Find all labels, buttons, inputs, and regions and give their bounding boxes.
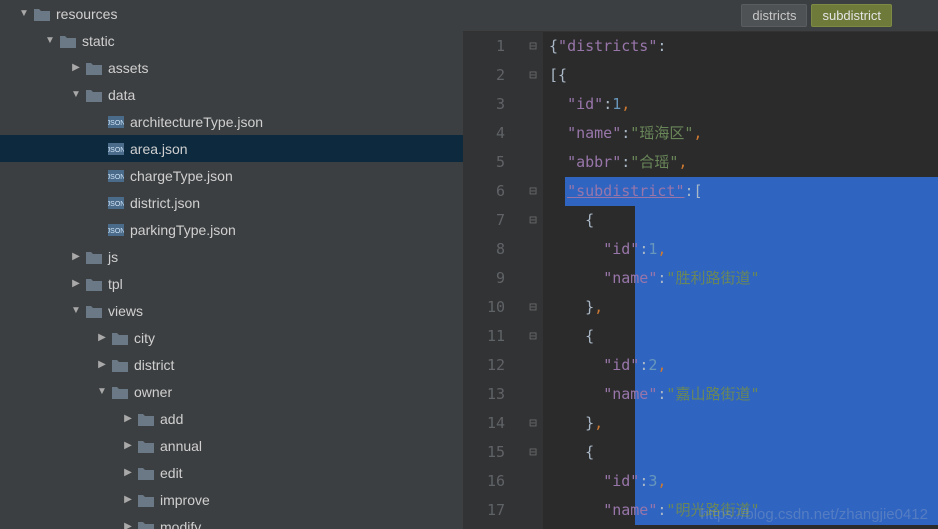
tree-label: improve bbox=[156, 492, 210, 508]
chevron-right-icon[interactable]: ▶ bbox=[120, 441, 136, 451]
tree-row[interactable]: JSON chargeType.json bbox=[0, 162, 463, 189]
tree-row[interactable]: ▼ data bbox=[0, 81, 463, 108]
json-file-icon: JSON bbox=[106, 195, 126, 211]
tree-label: city bbox=[130, 330, 155, 346]
folder-icon bbox=[136, 493, 156, 507]
project-tree[interactable]: ▼ resources ▼ static ▶ assets ▼ data JSO… bbox=[0, 0, 463, 529]
folder-icon bbox=[136, 439, 156, 453]
chevron-down-icon[interactable]: ▼ bbox=[94, 387, 110, 397]
tree-row[interactable]: ▶ add bbox=[0, 405, 463, 432]
tree-row[interactable]: JSON district.json bbox=[0, 189, 463, 216]
editor-panel: districts subdistrict 123456789 10111213… bbox=[463, 0, 938, 529]
folder-icon bbox=[136, 466, 156, 480]
tree-label: edit bbox=[156, 465, 183, 481]
chevron-down-icon[interactable]: ▼ bbox=[68, 306, 84, 316]
tree-label: district.json bbox=[126, 195, 200, 211]
tree-label: chargeType.json bbox=[126, 168, 233, 184]
folder-icon bbox=[110, 385, 130, 399]
folder-icon bbox=[84, 304, 104, 318]
folder-icon bbox=[32, 7, 52, 21]
folder-icon bbox=[84, 277, 104, 291]
tree-row[interactable]: ▶ district bbox=[0, 351, 463, 378]
chevron-right-icon[interactable]: ▶ bbox=[120, 468, 136, 478]
svg-text:JSON: JSON bbox=[108, 174, 124, 181]
tree-row[interactable]: ▶ city bbox=[0, 324, 463, 351]
tree-label: data bbox=[104, 87, 135, 103]
tree-row[interactable]: ▼ owner bbox=[0, 378, 463, 405]
chevron-down-icon[interactable]: ▼ bbox=[42, 36, 58, 46]
tree-label: resources bbox=[52, 6, 117, 22]
tree-row[interactable]: ▶ annual bbox=[0, 432, 463, 459]
tree-label: tpl bbox=[104, 276, 123, 292]
tree-row[interactable]: ▶ tpl bbox=[0, 270, 463, 297]
chevron-down-icon[interactable]: ▼ bbox=[16, 9, 32, 19]
json-file-icon: JSON bbox=[106, 168, 126, 184]
tree-label: modify bbox=[156, 519, 201, 529]
tree-label: views bbox=[104, 303, 143, 319]
folder-icon bbox=[84, 250, 104, 264]
svg-text:JSON: JSON bbox=[108, 147, 124, 154]
fold-gutter[interactable]: ⊟ ⊟ ⊟ ⊟ ⊟ ⊟ ⊟ ⊟ bbox=[523, 32, 543, 529]
folder-icon bbox=[58, 34, 78, 48]
svg-text:JSON: JSON bbox=[108, 201, 124, 208]
folder-icon bbox=[84, 61, 104, 75]
chevron-right-icon[interactable]: ▶ bbox=[120, 522, 136, 529]
chevron-right-icon[interactable]: ▶ bbox=[94, 333, 110, 343]
tree-label: js bbox=[104, 249, 118, 265]
tree-row[interactable]: ▼ views bbox=[0, 297, 463, 324]
folder-icon bbox=[136, 412, 156, 426]
chevron-right-icon[interactable]: ▶ bbox=[68, 252, 84, 262]
chevron-down-icon[interactable]: ▼ bbox=[68, 90, 84, 100]
tree-label: district bbox=[130, 357, 174, 373]
chevron-right-icon[interactable]: ▶ bbox=[120, 414, 136, 424]
chevron-right-icon[interactable]: ▶ bbox=[120, 495, 136, 505]
tree-row[interactable]: ▶ js bbox=[0, 243, 463, 270]
chevron-right-icon[interactable]: ▶ bbox=[68, 63, 84, 73]
tree-row[interactable]: ▼ static bbox=[0, 27, 463, 54]
code-editor[interactable]: 123456789 1011121314151617 ⊟ ⊟ ⊟ ⊟ ⊟ ⊟ ⊟… bbox=[463, 32, 938, 529]
breadcrumb: districts subdistrict bbox=[463, 0, 938, 32]
tree-row[interactable]: ▶ assets bbox=[0, 54, 463, 81]
json-file-icon: JSON bbox=[106, 222, 126, 238]
tree-label: parkingType.json bbox=[126, 222, 236, 238]
code-area[interactable]: {"districts": [{ "id":1, "name":"瑶海区", "… bbox=[543, 32, 938, 529]
svg-text:JSON: JSON bbox=[108, 228, 124, 235]
folder-icon bbox=[136, 520, 156, 529]
breadcrumb-item-active[interactable]: subdistrict bbox=[811, 4, 892, 27]
chevron-right-icon[interactable]: ▶ bbox=[94, 360, 110, 370]
json-file-icon: JSON bbox=[106, 141, 126, 157]
tree-label: assets bbox=[104, 60, 148, 76]
tree-label: static bbox=[78, 33, 115, 49]
folder-icon bbox=[110, 331, 130, 345]
tree-row[interactable]: ▶ modify bbox=[0, 513, 463, 529]
folder-icon bbox=[84, 88, 104, 102]
tree-row[interactable]: ▶ edit bbox=[0, 459, 463, 486]
json-file-icon: JSON bbox=[106, 114, 126, 130]
tree-label: area.json bbox=[126, 141, 188, 157]
chevron-right-icon[interactable]: ▶ bbox=[68, 279, 84, 289]
line-gutter: 123456789 1011121314151617 bbox=[463, 32, 523, 529]
tree-row[interactable]: ▼ resources bbox=[0, 0, 463, 27]
tree-label: owner bbox=[130, 384, 172, 400]
tree-row-selected[interactable]: JSON area.json bbox=[0, 135, 463, 162]
tree-label: annual bbox=[156, 438, 202, 454]
tree-row[interactable]: ▶ improve bbox=[0, 486, 463, 513]
tree-label: add bbox=[156, 411, 183, 427]
tree-row[interactable]: JSON parkingType.json bbox=[0, 216, 463, 243]
svg-text:JSON: JSON bbox=[108, 120, 124, 127]
tree-label: architectureType.json bbox=[126, 114, 263, 130]
breadcrumb-item[interactable]: districts bbox=[741, 4, 807, 27]
folder-icon bbox=[110, 358, 130, 372]
tree-row[interactable]: JSON architectureType.json bbox=[0, 108, 463, 135]
